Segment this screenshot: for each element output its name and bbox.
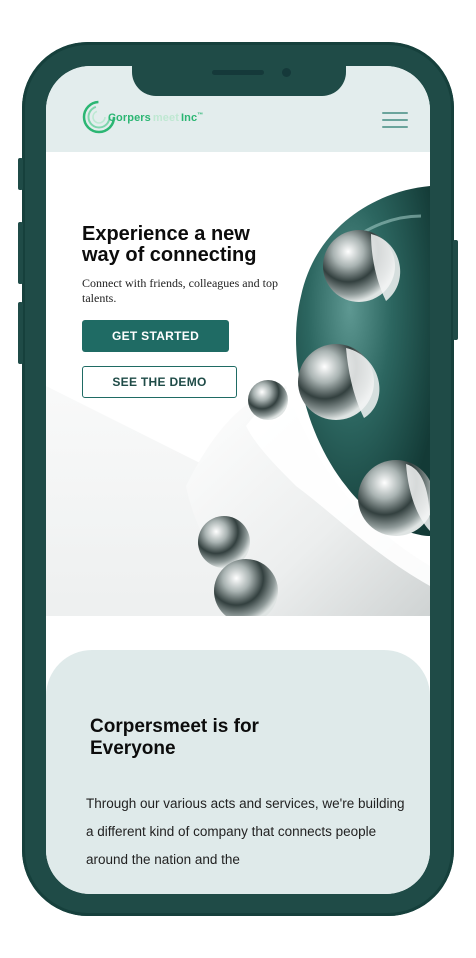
- power-button: [453, 240, 458, 340]
- phone-screen: Corpers meet Inc™ Experience a new way o…: [46, 66, 430, 894]
- front-camera-icon: [282, 68, 291, 77]
- silent-switch: [18, 158, 23, 190]
- hero-title: Experience a new way of connecting: [82, 223, 257, 266]
- section-title: Corpersmeet is for Everyone: [90, 716, 259, 759]
- get-started-button[interactable]: GET STARTED: [82, 320, 229, 352]
- phone-notch: [132, 62, 346, 96]
- logo-text-primary: Corpers: [108, 112, 151, 124]
- everyone-section: Corpersmeet is for Everyone Through our …: [46, 650, 430, 894]
- hamburger-menu-icon[interactable]: [382, 112, 408, 130]
- logo-text-suffix: Inc: [180, 112, 198, 124]
- logo-text[interactable]: Corpers meet Inc™: [108, 112, 203, 124]
- volume-up-button: [18, 222, 23, 284]
- section-body: Through our various acts and services, w…: [86, 796, 405, 867]
- hero-subtitle: Connect with friends, colleagues and top…: [82, 276, 278, 305]
- volume-down-button: [18, 302, 23, 364]
- see-demo-button[interactable]: SEE THE DEMO: [82, 366, 237, 398]
- speaker-grille: [212, 70, 264, 75]
- logo-text-faint: meet: [152, 112, 179, 124]
